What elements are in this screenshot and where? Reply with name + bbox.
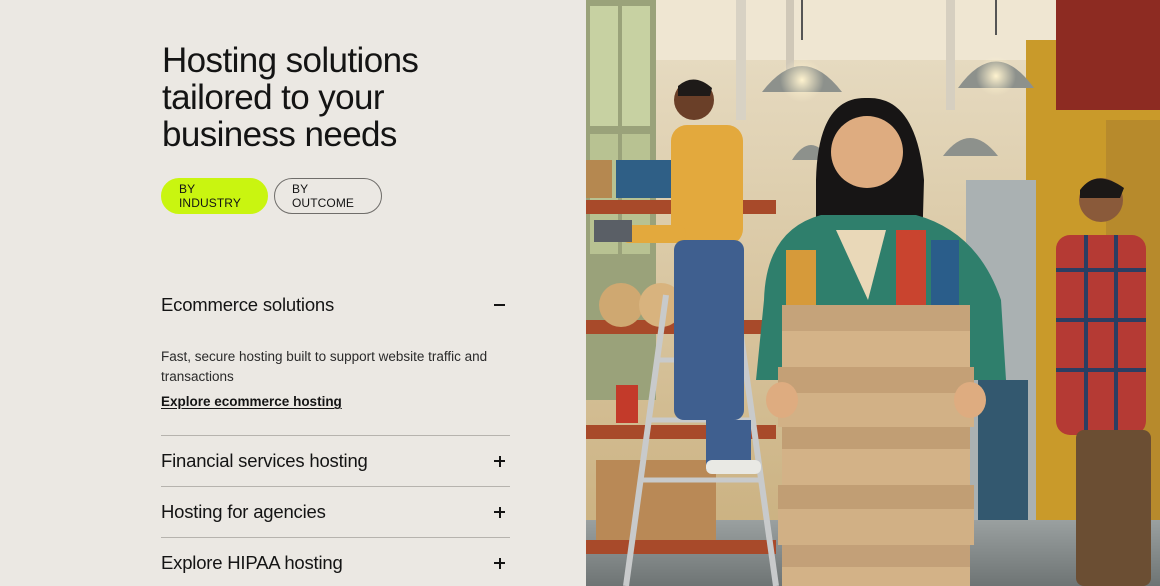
page-title: Hosting solutions tailored to your busin…	[162, 42, 482, 153]
title-line-3: business needs	[162, 115, 397, 154]
tab-by-outcome[interactable]: BY OUTCOME	[274, 178, 382, 214]
filter-tabs: BY INDUSTRY BY OUTCOME	[161, 178, 382, 214]
accordion-title: Financial services hosting	[161, 450, 368, 471]
minus-icon	[493, 298, 507, 312]
plus-icon	[493, 505, 507, 519]
accordion-description: Fast, secure hosting built to support we…	[161, 349, 488, 384]
title-line-2: tailored to your	[162, 78, 385, 117]
accordion-header-hipaa[interactable]: Explore HIPAA hosting	[161, 538, 510, 586]
accordion-title: Ecommerce solutions	[161, 294, 335, 315]
accordion-header-agencies[interactable]: Hosting for agencies	[161, 487, 510, 537]
warehouse-hero-image	[586, 0, 1160, 586]
plus-icon	[493, 454, 507, 468]
title-line-1: Hosting solutions	[162, 41, 419, 80]
tab-by-industry[interactable]: BY INDUSTRY	[161, 178, 268, 214]
warehouse-illustration	[586, 0, 1160, 586]
accordion-panel-ecommerce: Fast, secure hosting built to support we…	[161, 330, 510, 435]
content-panel: Hosting solutions tailored to your busin…	[0, 0, 586, 586]
accordion-item-ecommerce: Ecommerce solutions Fast, secure hosting…	[161, 280, 510, 435]
solutions-accordion: Ecommerce solutions Fast, secure hosting…	[161, 280, 510, 586]
explore-ecommerce-link[interactable]: Explore ecommerce hosting	[161, 394, 342, 409]
accordion-title: Hosting for agencies	[161, 501, 326, 522]
accordion-header-financial[interactable]: Financial services hosting	[161, 436, 510, 486]
plus-icon	[493, 556, 507, 570]
accordion-header-ecommerce[interactable]: Ecommerce solutions	[161, 280, 510, 330]
accordion-title: Explore HIPAA hosting	[161, 552, 343, 573]
